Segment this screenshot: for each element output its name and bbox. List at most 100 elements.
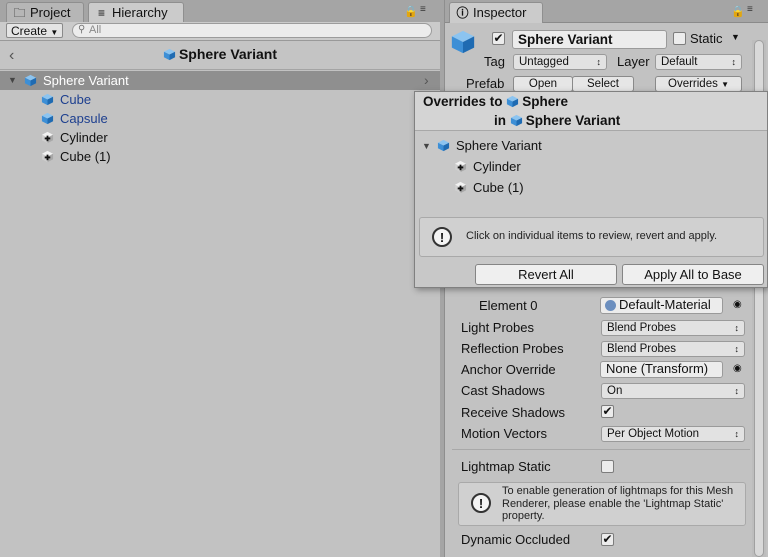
info-icon: ! — [471, 493, 491, 513]
object-picker-icon[interactable]: ◉ — [733, 363, 742, 374]
panel-menu-icon[interactable]: ≡ — [747, 4, 753, 15]
reflection-probes-value: Blend Probes — [607, 343, 677, 355]
folder-icon: 🗀 — [13, 6, 26, 20]
motion-vectors-label: Motion Vectors — [461, 426, 547, 441]
cast-shadows-dropdown[interactable]: On — [601, 383, 745, 399]
object-name-field[interactable]: Sphere Variant — [512, 30, 667, 49]
popup-tree-row-cylinder[interactable]: Cylinder — [415, 157, 767, 177]
list-icon: ≡ — [97, 6, 105, 20]
breadcrumb-title-text: Sphere Variant — [178, 46, 278, 62]
create-button-label: Create — [11, 24, 48, 38]
layer-value: Default — [661, 56, 698, 68]
expand-arrow-icon[interactable]: ▼ — [8, 71, 17, 90]
added-gameobject-icon — [41, 150, 54, 163]
overrides-label: Overrides — [668, 78, 718, 90]
static-checkbox[interactable] — [673, 32, 686, 45]
popup-tree-label: Cylinder — [473, 159, 521, 174]
popup-tree-row-root[interactable]: ▼ Sphere Variant — [415, 136, 767, 156]
added-gameobject-icon — [41, 131, 54, 144]
hierarchy-item-label: Cube (1) — [60, 149, 111, 164]
expand-arrow-icon[interactable]: ▼ — [422, 136, 431, 156]
reflection-probes-label: Reflection Probes — [461, 341, 564, 356]
info-icon: ! — [432, 227, 452, 247]
cast-shadows-label: Cast Shadows — [461, 383, 545, 398]
popup-tree-label: Sphere Variant — [456, 138, 542, 153]
search-icon: ⚲ — [78, 24, 86, 35]
tag-label: Tag — [484, 54, 505, 69]
tab-inspector[interactable]: ⓘ Inspector — [449, 2, 543, 23]
open-button[interactable]: Open — [513, 76, 573, 92]
lightmap-info-text: To enable generation of lightmaps for th… — [502, 485, 734, 522]
search-input[interactable]: All — [72, 23, 432, 38]
reflection-probes-dropdown[interactable]: Blend Probes — [601, 341, 745, 357]
prefab-cube-icon — [510, 114, 522, 127]
overrides-button[interactable]: Overrides ▼ — [655, 76, 742, 92]
tab-hierarchy[interactable]: ≡ Hierarchy — [88, 2, 184, 23]
active-checkbox[interactable]: ✔ — [492, 32, 505, 45]
tag-dropdown[interactable]: Untagged — [513, 54, 607, 70]
hierarchy-item-label: Cylinder — [60, 130, 108, 145]
receive-shadows-checkbox[interactable]: ✔ — [601, 405, 614, 418]
overrides-popup: Overrides to Sphere in Sphere Variant ▼ … — [414, 91, 768, 288]
lightmap-static-label: Lightmap Static — [461, 459, 551, 474]
dropdown-arrow-icon: ▼ — [50, 28, 59, 37]
anchor-override-field[interactable]: None (Transform) — [600, 361, 723, 378]
hierarchy-row-cube[interactable]: Cube — [0, 90, 440, 109]
light-probes-dropdown[interactable]: Blend Probes — [601, 320, 745, 336]
in-label: in — [494, 113, 506, 128]
hierarchy-row-sphere-variant[interactable]: ▼ Sphere Variant › — [0, 71, 440, 90]
motion-vectors-dropdown[interactable]: Per Object Motion — [601, 426, 745, 442]
popup-info-box: ! Click on individual items to review, r… — [419, 217, 764, 257]
prefab-cube-icon — [437, 139, 450, 152]
dropdown-arrow-icon: ▼ — [721, 80, 729, 89]
select-button[interactable]: Select — [572, 76, 634, 92]
overrides-target-label: Sphere — [522, 94, 569, 109]
breadcrumb-title: Sphere Variant — [0, 46, 440, 62]
element0-label: Element 0 — [479, 298, 538, 313]
tab-hierarchy-label: Hierarchy — [112, 5, 168, 20]
dynamic-occluded-checkbox[interactable]: ✔ — [601, 533, 614, 546]
tab-inspector-label: Inspector — [473, 5, 527, 20]
prefab-large-cube-icon — [451, 30, 475, 54]
receive-shadows-label: Receive Shadows — [461, 405, 566, 420]
hierarchy-row-cube-1[interactable]: Cube (1) — [0, 147, 440, 166]
hierarchy-item-label: Sphere Variant — [43, 73, 129, 88]
material-sphere-icon — [605, 300, 616, 311]
lightmap-static-checkbox[interactable] — [601, 460, 614, 473]
overrides-in-line: in Sphere Variant — [494, 113, 620, 128]
overrides-to-line: Overrides to Sphere — [423, 94, 568, 109]
lock-icon[interactable]: 🔒 — [404, 5, 418, 18]
revert-all-button[interactable]: Revert All — [475, 264, 617, 285]
tab-project-label: Project — [30, 5, 71, 20]
object-picker-icon[interactable]: ◉ — [733, 299, 742, 310]
hierarchy-panel: 🗀 Project ≡ Hierarchy 🔒 ≡ Create ▼ All ⚲ ‹… — [0, 0, 440, 557]
light-probes-value: Blend Probes — [607, 322, 677, 334]
tag-value: Untagged — [519, 56, 569, 68]
overrides-instance-label: Sphere Variant — [525, 113, 621, 128]
panel-menu-icon[interactable]: ≡ — [420, 4, 426, 15]
create-button[interactable]: Create ▼ — [6, 23, 64, 38]
static-dropdown-arrow-icon[interactable]: ▼ — [731, 32, 740, 42]
hierarchy-item-label: Cube — [60, 92, 92, 107]
prefab-cube-icon — [41, 112, 54, 125]
apply-all-button[interactable]: Apply All to Base — [622, 264, 764, 285]
popup-tree-row-cube-1[interactable]: Cube (1) — [415, 178, 767, 198]
material-field[interactable]: Default-Material — [600, 297, 723, 314]
lock-icon[interactable]: 🔒 — [731, 5, 745, 18]
material-value: Default-Material — [619, 297, 711, 312]
chevron-right-icon[interactable]: › — [424, 71, 429, 90]
layer-dropdown[interactable]: Default — [655, 54, 742, 70]
tab-project[interactable]: 🗀 Project — [6, 2, 84, 22]
prefab-cube-icon — [24, 74, 37, 87]
added-gameobject-icon — [454, 181, 467, 194]
hierarchy-item-label: Capsule — [60, 111, 108, 126]
cast-shadows-value: On — [607, 385, 623, 397]
section-divider — [452, 449, 750, 450]
prefab-cube-icon — [163, 48, 176, 61]
motion-vectors-value: Per Object Motion — [607, 428, 700, 440]
info-icon: ⓘ — [456, 6, 469, 20]
hierarchy-row-capsule[interactable]: Capsule — [0, 109, 440, 128]
popup-tree-label: Cube (1) — [473, 180, 524, 195]
hierarchy-row-cylinder[interactable]: Cylinder — [0, 128, 440, 147]
anchor-override-label: Anchor Override — [461, 362, 556, 377]
